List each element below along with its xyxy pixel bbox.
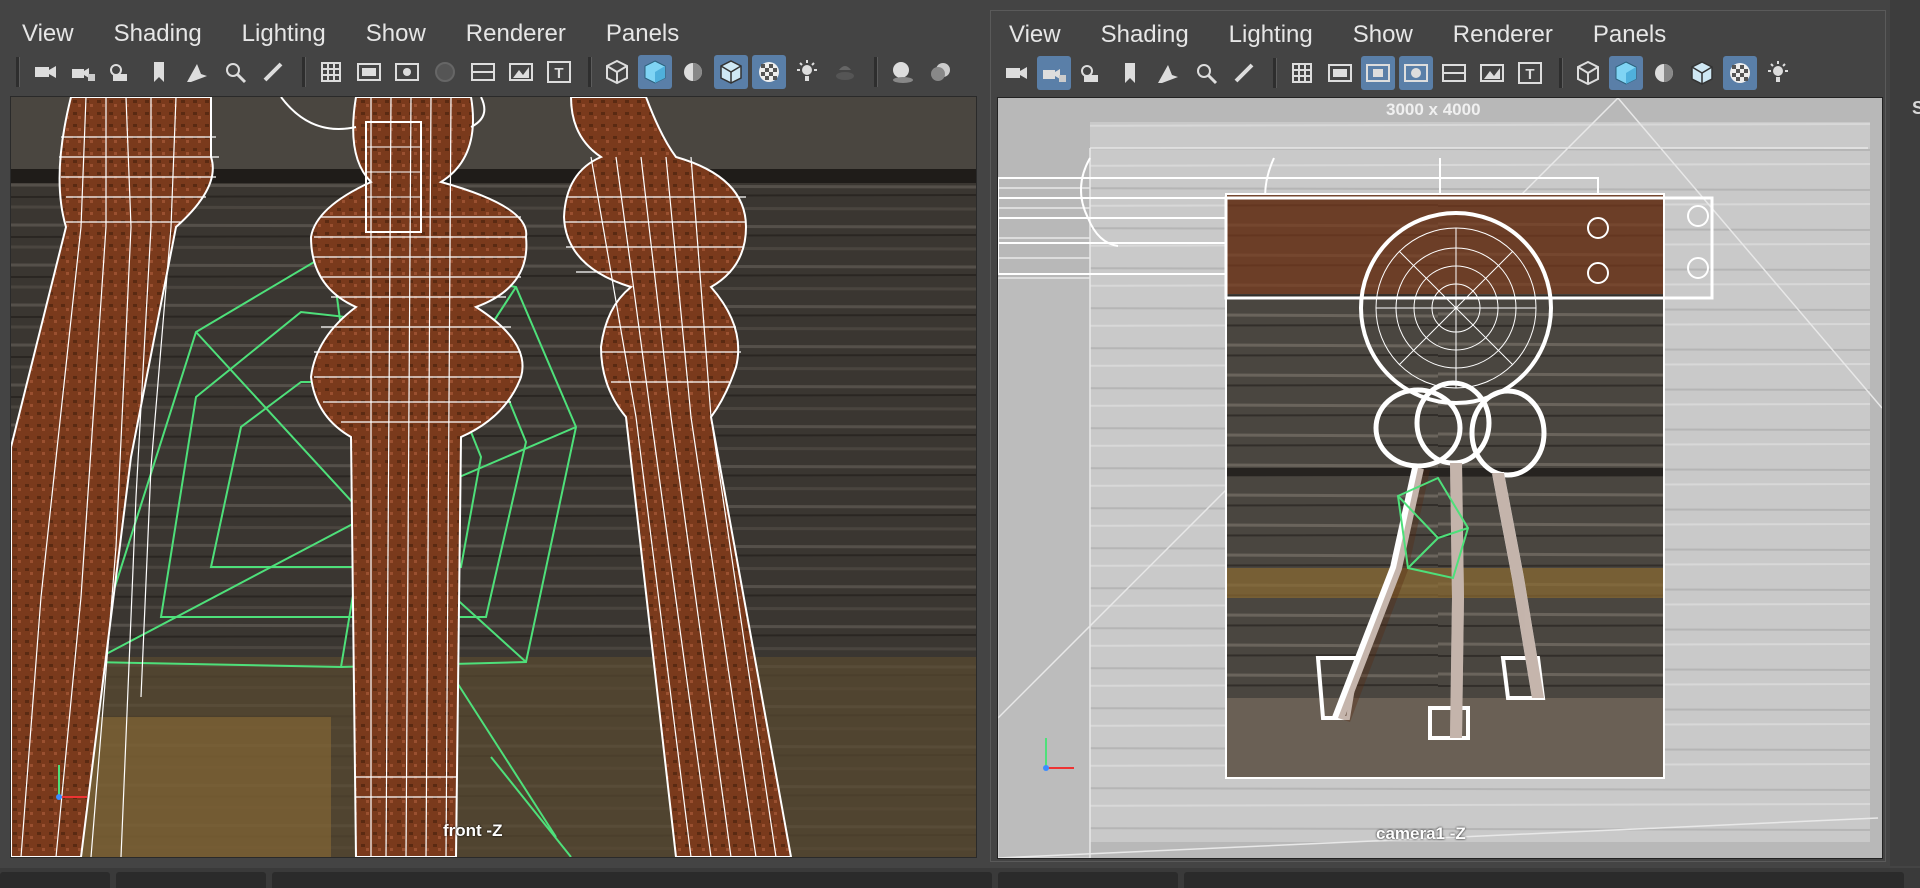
front-camera-label: front -Z xyxy=(443,821,503,840)
toolbar-separator xyxy=(1559,58,1563,88)
lock-camera-icon[interactable] xyxy=(66,55,100,89)
motion-blur-icon[interactable] xyxy=(924,55,958,89)
front-viewport-scene xyxy=(11,97,976,857)
toolbar-separator xyxy=(588,57,592,87)
left-panel-toolbar: T xyxy=(0,50,985,94)
grease-pencil-icon[interactable] xyxy=(256,55,290,89)
camera1-viewport-scene xyxy=(998,98,1882,858)
select-camera-icon[interactable] xyxy=(28,55,62,89)
grid-icon[interactable] xyxy=(1285,56,1319,90)
lights-icon[interactable] xyxy=(790,55,824,89)
use-default-material-icon[interactable] xyxy=(1647,56,1681,90)
image-plane-icon[interactable] xyxy=(1151,56,1185,90)
smooth-shade-icon[interactable] xyxy=(1609,56,1643,90)
2d-pan-zoom-icon[interactable] xyxy=(218,55,252,89)
menu-show[interactable]: Show xyxy=(366,20,426,48)
bottom-tab-bar xyxy=(0,868,1920,888)
menu-renderer[interactable]: Renderer xyxy=(1453,21,1553,49)
gate-mask-icon[interactable] xyxy=(1399,56,1433,90)
svg-text:T: T xyxy=(554,65,563,82)
bottom-tab[interactable] xyxy=(272,872,992,888)
safe-title-icon[interactable]: T xyxy=(542,55,576,89)
menu-lighting[interactable]: Lighting xyxy=(1229,21,1313,49)
svg-text:T: T xyxy=(1525,66,1534,83)
grease-pencil-icon[interactable] xyxy=(1227,56,1261,90)
image-plane-icon[interactable] xyxy=(180,55,214,89)
bookmark-icon[interactable] xyxy=(1113,56,1147,90)
bookmark-icon[interactable] xyxy=(142,55,176,89)
wireframe-on-shaded-icon[interactable] xyxy=(714,55,748,89)
menu-shading[interactable]: Shading xyxy=(1101,21,1189,49)
camera1-view-panel: View Shading Lighting Show Renderer Pane… xyxy=(990,10,1886,862)
menu-lighting[interactable]: Lighting xyxy=(242,20,326,48)
grid-icon[interactable] xyxy=(314,55,348,89)
toolbar-separator xyxy=(874,57,878,87)
textured-icon[interactable] xyxy=(1723,56,1757,90)
menu-panels[interactable]: Panels xyxy=(1593,21,1666,49)
field-chart-icon[interactable] xyxy=(1437,56,1471,90)
bottom-tab[interactable] xyxy=(1184,872,1904,888)
side-panel-label: S xyxy=(1912,98,1920,118)
front-viewport[interactable]: front -Z xyxy=(10,96,977,858)
film-gate-icon[interactable] xyxy=(1323,56,1357,90)
2d-pan-zoom-icon[interactable] xyxy=(1189,56,1223,90)
menu-show[interactable]: Show xyxy=(1353,21,1413,49)
wireframe-icon[interactable] xyxy=(1571,56,1605,90)
resolution-gate-label: 3000 x 4000 xyxy=(1386,100,1481,119)
bottom-tab[interactable] xyxy=(998,872,1178,888)
toolbar-separator xyxy=(16,57,20,87)
resolution-gate-icon[interactable] xyxy=(390,55,424,89)
menu-panels[interactable]: Panels xyxy=(606,20,679,48)
smooth-shade-icon[interactable] xyxy=(638,55,672,89)
camera-attributes-icon[interactable] xyxy=(104,55,138,89)
wireframe-icon[interactable] xyxy=(600,55,634,89)
bottom-tab[interactable] xyxy=(0,872,110,888)
front-view-panel: View Shading Lighting Show Renderer Pane… xyxy=(0,0,985,862)
resolution-gate-icon[interactable] xyxy=(1361,56,1395,90)
shadows-icon[interactable] xyxy=(828,55,862,89)
bottom-tab[interactable] xyxy=(116,872,266,888)
menu-view[interactable]: View xyxy=(22,20,74,48)
menu-renderer[interactable]: Renderer xyxy=(466,20,566,48)
toolbar-separator xyxy=(1273,58,1277,88)
safe-title-icon[interactable]: T xyxy=(1513,56,1547,90)
camera-attributes-icon[interactable] xyxy=(1075,56,1109,90)
menu-view[interactable]: View xyxy=(1009,21,1061,49)
film-gate-icon[interactable] xyxy=(352,55,386,89)
safe-action-icon[interactable] xyxy=(504,55,538,89)
right-panel-toolbar: T xyxy=(991,51,1885,95)
safe-action-icon[interactable] xyxy=(1475,56,1509,90)
gate-mask-icon[interactable] xyxy=(428,55,462,89)
lock-camera-icon[interactable] xyxy=(1037,56,1071,90)
toolbar-separator xyxy=(302,57,306,87)
wireframe-on-shaded-icon[interactable] xyxy=(1685,56,1719,90)
side-panel-strip[interactable] xyxy=(1890,0,1920,866)
textured-icon[interactable] xyxy=(752,55,786,89)
camera1-label: camera1 -Z xyxy=(1376,824,1466,843)
lights-icon[interactable] xyxy=(1761,56,1795,90)
render-image xyxy=(1225,193,1665,779)
select-camera-icon[interactable] xyxy=(999,56,1033,90)
screen-space-ao-icon[interactable] xyxy=(886,55,920,89)
menu-shading[interactable]: Shading xyxy=(114,20,202,48)
camera1-viewport[interactable]: 3000 x 4000 camera1 -Z xyxy=(997,97,1883,859)
use-default-material-icon[interactable] xyxy=(676,55,710,89)
field-chart-icon[interactable] xyxy=(466,55,500,89)
